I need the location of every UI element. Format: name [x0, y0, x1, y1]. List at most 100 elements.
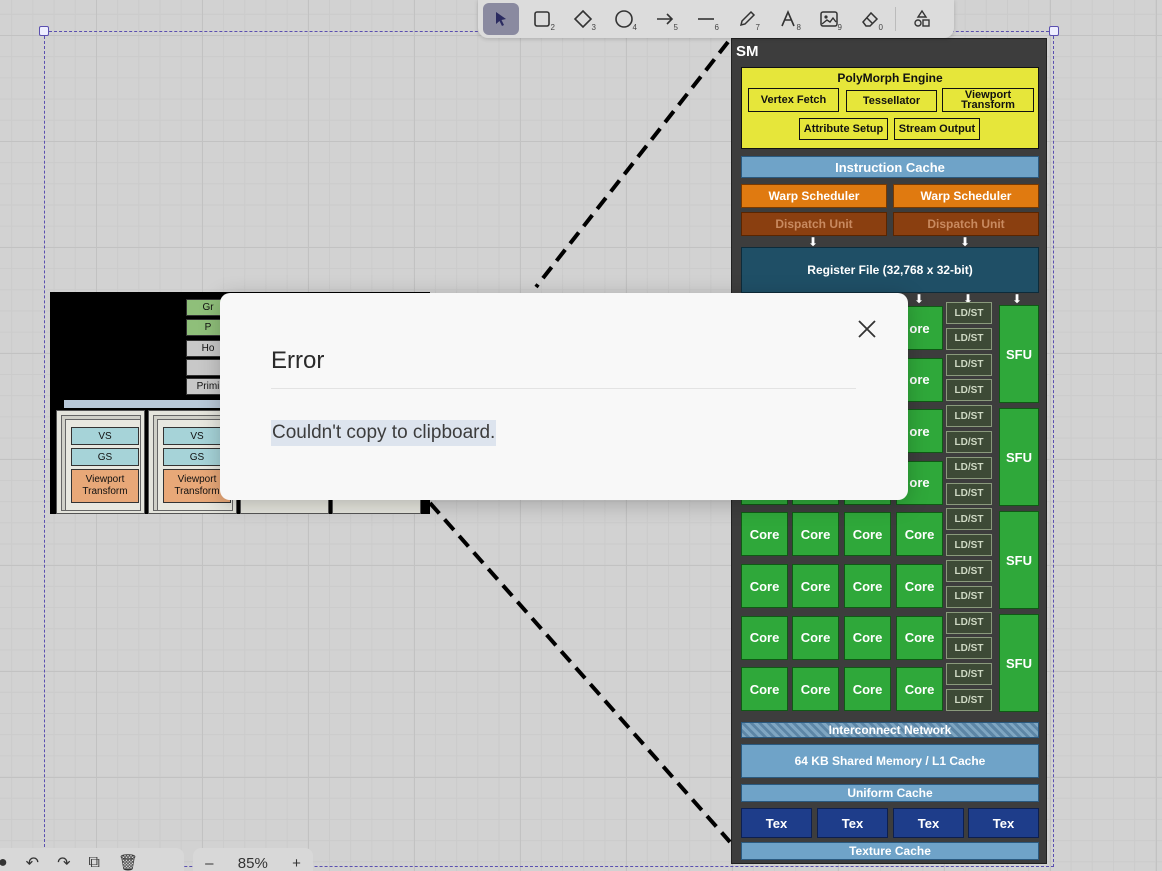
ldst-unit: LD/ST	[946, 431, 992, 453]
tex-label: Tex	[992, 815, 1015, 831]
rectangle-icon	[534, 11, 550, 27]
gpc-unit-1: VS GS Viewport Transform	[56, 410, 145, 514]
tex-unit-4: Tex	[968, 808, 1039, 838]
tex-unit-1: Tex	[741, 808, 812, 838]
core-unit: Core	[792, 615, 839, 660]
polymorph-engine: PolyMorph Engine Vertex Fetch Tessellato…	[741, 67, 1039, 149]
dispatch-unit-label: Dispatch Unit	[927, 217, 1005, 231]
vertex-fetch-label: Vertex Fetch	[760, 94, 827, 106]
viewport-label: Viewport	[85, 474, 125, 485]
instruction-cache: Instruction Cache	[741, 156, 1039, 178]
warp-scheduler-left: Warp Scheduler	[741, 184, 887, 208]
zoom-out-button[interactable]: –	[205, 855, 213, 871]
vs-label: VS	[190, 430, 204, 442]
transform-label: Transform	[174, 486, 220, 497]
texture-cache-label: Texture Cache	[849, 844, 931, 858]
uniform-cache-label: Uniform Cache	[847, 786, 933, 800]
cursor-icon	[496, 12, 506, 26]
core-unit: Core	[741, 564, 788, 608]
shared-memory-l1: 64 KB Shared Memory / L1 Cache	[741, 744, 1039, 778]
core-unit: Core	[741, 512, 788, 557]
line-tool[interactable]: 6	[688, 3, 724, 35]
shortcut-key: 9	[837, 23, 842, 32]
texture-cache: Texture Cache	[741, 842, 1039, 860]
pipeline-label: Primi	[196, 381, 220, 392]
eraser-tool[interactable]: 0	[852, 3, 888, 35]
ldst-unit: LD/ST	[946, 534, 992, 557]
down-arrow-icon: ⬇	[914, 292, 925, 306]
select-tool[interactable]	[483, 3, 519, 35]
eraser-icon	[862, 11, 879, 27]
sfu-unit: SFU	[999, 305, 1039, 403]
dialog-divider	[271, 388, 856, 389]
shortcut-key: 3	[591, 23, 596, 32]
tex-label: Tex	[841, 815, 864, 831]
core-unit: Core	[896, 512, 943, 557]
core-unit: Core	[792, 667, 839, 712]
tessellator-label: Tessellator	[862, 95, 921, 107]
line-icon	[698, 18, 714, 20]
zoom-in-button[interactable]: +	[292, 855, 301, 871]
ellipse-tool[interactable]: 4	[606, 3, 642, 35]
tex-label: Tex	[765, 815, 788, 831]
toolbar-divider	[895, 7, 896, 31]
sfu-unit: SFU	[999, 614, 1039, 712]
register-file: Register File (32,768 x 32-bit)	[741, 247, 1039, 293]
resize-handle-tl[interactable]	[39, 26, 49, 36]
ldst-unit: LD/ST	[946, 379, 992, 402]
attribute-setup-label: Attribute Setup	[803, 123, 884, 135]
diamond-tool[interactable]: 3	[565, 3, 601, 35]
polymorph-title: PolyMorph Engine	[837, 71, 943, 85]
image-tool[interactable]: 9	[811, 3, 847, 35]
duplicate-icon[interactable]: ⧉	[88, 854, 99, 871]
shapes-icon	[914, 9, 930, 27]
text-tool[interactable]: 8	[770, 3, 806, 35]
diamond-icon	[573, 9, 593, 29]
close-button[interactable]	[853, 315, 881, 343]
ldst-unit: LD/ST	[946, 327, 992, 350]
vertex-fetch-box: Vertex Fetch	[748, 88, 839, 112]
tex-unit-2: Tex	[817, 808, 888, 838]
shortcut-key: 0	[878, 23, 883, 32]
tex-unit-3: Tex	[893, 808, 964, 838]
warp-scheduler-label: Warp Scheduler	[768, 189, 860, 203]
instruction-cache-label: Instruction Cache	[835, 159, 945, 175]
undo-icon[interactable]: ↶	[26, 853, 39, 871]
core-unit: Core	[896, 615, 943, 660]
core-unit: Core	[792, 564, 839, 608]
viewport-transform-box: Viewport Transform	[942, 88, 1034, 112]
stream-output-label: Stream Output	[898, 123, 976, 135]
tessellator-box: Tessellator	[846, 90, 937, 112]
arrow-icon	[657, 13, 674, 25]
resize-handle-tr[interactable]	[1049, 26, 1059, 36]
ldst-unit: LD/ST	[946, 302, 992, 324]
ldst-unit: LD/ST	[946, 585, 992, 608]
shortcut-key: 2	[550, 23, 555, 32]
ldst-unit: LD/ST	[946, 663, 992, 686]
shared-memory-label: 64 KB Shared Memory / L1 Cache	[794, 754, 986, 768]
rectangle-tool[interactable]: 2	[524, 3, 560, 35]
gs-label: GS	[189, 451, 205, 463]
redo-icon[interactable]: ↷	[57, 853, 70, 871]
core-unit: Core	[844, 615, 891, 660]
zoom-controls: – 85% +	[193, 848, 313, 871]
dispatch-unit-left: Dispatch Unit	[741, 212, 887, 236]
warp-scheduler-label: Warp Scheduler	[920, 189, 1012, 203]
delete-icon[interactable]: 🗑	[118, 853, 138, 871]
ldst-unit: LD/ST	[946, 560, 992, 582]
menu-icon[interactable]: ●	[0, 854, 8, 871]
more-shapes-tool[interactable]	[904, 3, 940, 35]
viewport-label: Viewport	[177, 474, 217, 485]
arrow-tool[interactable]: 5	[647, 3, 683, 35]
error-dialog: Error Couldn't copy to clipboard.	[220, 293, 908, 500]
zoom-level[interactable]: 85%	[238, 855, 268, 871]
sfu-unit: SFU	[999, 408, 1039, 506]
dialog-title: Error	[271, 347, 325, 374]
dispatch-unit-label: Dispatch Unit	[775, 217, 853, 231]
draw-tool[interactable]: 7	[729, 3, 765, 35]
transform-label: Transform	[82, 486, 128, 497]
gs-box: GS	[71, 448, 139, 466]
ldst-unit: LD/ST	[946, 405, 992, 428]
drawing-toolbar: 2 3 4 5 6 7 8 9 0	[478, 0, 954, 38]
pipeline-label: Gr	[202, 302, 214, 313]
